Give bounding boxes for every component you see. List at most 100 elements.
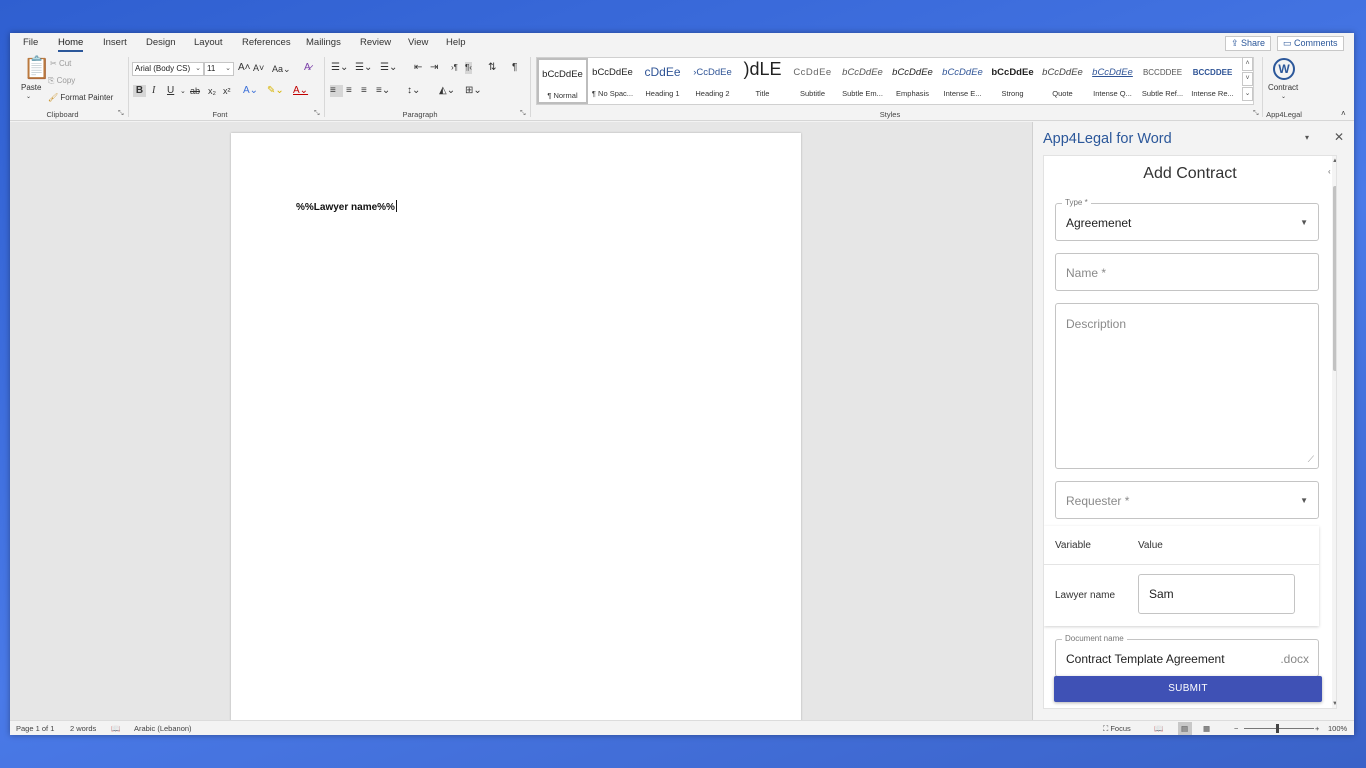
app4legal-logo-icon[interactable]: W [1273, 58, 1295, 80]
shrink-font-icon[interactable]: A˅ [253, 62, 264, 74]
italic-button[interactable]: I [152, 85, 155, 97]
paste-button[interactable]: Paste [21, 83, 41, 92]
paragraph-launcher-icon[interactable]: ⤡ [520, 110, 526, 118]
gallery-more-icon[interactable]: ⌄ [1242, 87, 1253, 101]
print-layout-icon[interactable]: ▤ [1181, 724, 1188, 733]
justify-icon[interactable]: ≡⌄ [376, 85, 390, 97]
style-subtitle[interactable]: CcDdEe Subtitle [787, 58, 838, 104]
zoom-level[interactable]: 100% [1328, 724, 1347, 733]
proofing-icon[interactable]: 📖 [111, 724, 120, 733]
sort-icon[interactable]: ⇅ [488, 62, 496, 74]
submit-button[interactable]: SUBMIT [1054, 676, 1322, 702]
word-count[interactable]: 2 words [70, 724, 96, 733]
collapse-ribbon-icon[interactable]: ˄ [1341, 109, 1346, 118]
paste-icon[interactable]: 📋 [23, 57, 50, 79]
tab-help[interactable]: Help [446, 37, 466, 48]
style-intense-quote[interactable]: bCcDdEe Intense Q... [1087, 58, 1138, 104]
multilevel-list-icon[interactable]: ☰⌄ [380, 62, 397, 74]
zoom-out-icon[interactable]: − [1234, 724, 1238, 733]
paste-dropdown-icon[interactable]: ⌄ [26, 93, 31, 100]
resize-handle-icon[interactable]: ⟋ [1308, 454, 1314, 465]
underline-dropdown-icon[interactable]: ⌄ [180, 86, 186, 98]
font-size-select[interactable]: 11 ⌄ [204, 62, 234, 76]
scroll-down-icon[interactable]: ▼ [1332, 701, 1336, 707]
borders-icon[interactable]: ⊞⌄ [465, 85, 482, 97]
comments-button[interactable]: ▭ Comments [1277, 36, 1344, 51]
font-name-select[interactable]: Arial (Body CS) ⌄ [132, 62, 204, 76]
scroll-up-icon[interactable]: ▲ [1332, 158, 1336, 164]
tab-mailings[interactable]: Mailings [306, 37, 341, 48]
document-name-field[interactable]: Document name Contract Template Agreemen… [1055, 634, 1319, 677]
tab-references[interactable]: References [242, 37, 291, 48]
style-quote[interactable]: bCcDdEe Quote [1037, 58, 1088, 104]
numbering-icon[interactable]: ☰⌄ [355, 62, 372, 74]
format-painter-button[interactable]: 🖌 Format Painter [48, 93, 113, 102]
ltr-icon[interactable]: ›¶ [451, 62, 458, 74]
underline-button[interactable]: U [167, 85, 174, 97]
style-strong[interactable]: bCcDdEe Strong [987, 58, 1038, 104]
variable-value-input[interactable]: Sam [1138, 574, 1295, 614]
font-color-icon[interactable]: A⌄ [293, 85, 308, 97]
copy-button[interactable]: ⎘ Copy [48, 76, 75, 86]
style-no-spacing[interactable]: bCcDdEe ¶ No Spac... [587, 58, 638, 104]
font-launcher-icon[interactable]: ⤡ [314, 110, 320, 118]
text-effects-icon[interactable]: A⌄ [243, 85, 258, 97]
increase-indent-icon[interactable]: ⇥ [430, 62, 438, 74]
page-count[interactable]: Page 1 of 1 [16, 724, 54, 733]
subscript-button[interactable]: x₂ [208, 85, 216, 97]
align-center-icon[interactable]: ≡ [346, 85, 352, 97]
tab-home[interactable]: Home [58, 37, 84, 52]
pilcrow-icon[interactable]: ¶ [512, 62, 517, 74]
requester-select[interactable]: Requester * ▼ [1055, 481, 1319, 519]
style-intense-reference[interactable]: BCCDDEE Intense Re... [1187, 58, 1238, 104]
close-icon[interactable]: ✕ [1334, 130, 1344, 144]
share-button[interactable]: ⇪ Share [1225, 36, 1272, 51]
style-heading-1[interactable]: cDdEe Heading 1 [637, 58, 688, 104]
style-title[interactable]: )dLE Title [737, 58, 788, 104]
form-scrollbar[interactable]: ▲ ▼ [1332, 156, 1336, 708]
zoom-slider[interactable] [1244, 728, 1314, 729]
bold-button[interactable]: B [133, 85, 146, 97]
rtl-icon[interactable]: ¶‹ [465, 62, 472, 74]
tab-insert[interactable]: Insert [103, 37, 127, 48]
bullets-icon[interactable]: ☰⌄ [331, 62, 348, 74]
zoom-slider-thumb[interactable] [1276, 724, 1279, 733]
align-left-icon[interactable]: ≡ [330, 85, 343, 97]
style-heading-2[interactable]: ›CcDdEe Heading 2 [687, 58, 738, 104]
contract-dropdown-icon[interactable]: ⌄ [1281, 93, 1286, 100]
name-field[interactable]: Name * [1055, 253, 1319, 291]
style-subtle-emphasis[interactable]: bCcDdEe Subtle Em... [837, 58, 888, 104]
pane-options-icon[interactable]: ▾ [1305, 133, 1309, 142]
style-intense-emphasis[interactable]: bCcDdEe Intense E... [937, 58, 988, 104]
gallery-down-icon[interactable]: ˅ [1242, 72, 1253, 86]
tab-layout[interactable]: Layout [194, 37, 223, 48]
superscript-button[interactable]: x² [223, 85, 231, 97]
strikethrough-button[interactable]: ab [190, 85, 200, 97]
decrease-indent-icon[interactable]: ⇤ [414, 62, 422, 74]
styles-launcher-icon[interactable]: ⤡ [1253, 110, 1259, 118]
contract-button[interactable]: Contract [1268, 83, 1298, 92]
focus-button[interactable]: ⛶ Focus [1103, 724, 1131, 734]
clear-formatting-icon[interactable]: A̷ [304, 62, 311, 74]
style-emphasis[interactable]: bCcDdEe Emphasis [887, 58, 938, 104]
cut-button[interactable]: ✂ Cut [50, 59, 71, 68]
web-layout-icon[interactable]: ▦ [1203, 724, 1210, 733]
document-text[interactable]: %%Lawyer name%% [296, 200, 397, 213]
align-right-icon[interactable]: ≡ [361, 85, 367, 97]
gallery-up-icon[interactable]: ˄ [1242, 57, 1253, 71]
style-normal[interactable]: bCcDdEe ¶ Normal [537, 58, 588, 104]
line-spacing-icon[interactable]: ↕⌄ [407, 85, 420, 97]
document-page[interactable]: %%Lawyer name%% [231, 133, 801, 733]
shading-icon[interactable]: ◭⌄ [439, 85, 455, 97]
read-mode-icon[interactable]: 📖 [1154, 724, 1163, 733]
grow-font-icon[interactable]: A˄ [238, 62, 251, 74]
change-case-icon[interactable]: Aa⌄ [272, 63, 291, 75]
scroll-thumb[interactable] [1333, 186, 1336, 371]
tab-design[interactable]: Design [146, 37, 176, 48]
clipboard-launcher-icon[interactable]: ⤡ [118, 110, 124, 118]
tab-file[interactable]: File [23, 37, 38, 48]
description-textarea[interactable]: Description ⟋ [1055, 303, 1319, 469]
tab-view[interactable]: View [408, 37, 428, 48]
type-select[interactable]: Type * Agreemenet ▼ [1055, 198, 1319, 241]
pane-collapse-icon[interactable]: ‹ [1328, 167, 1338, 181]
